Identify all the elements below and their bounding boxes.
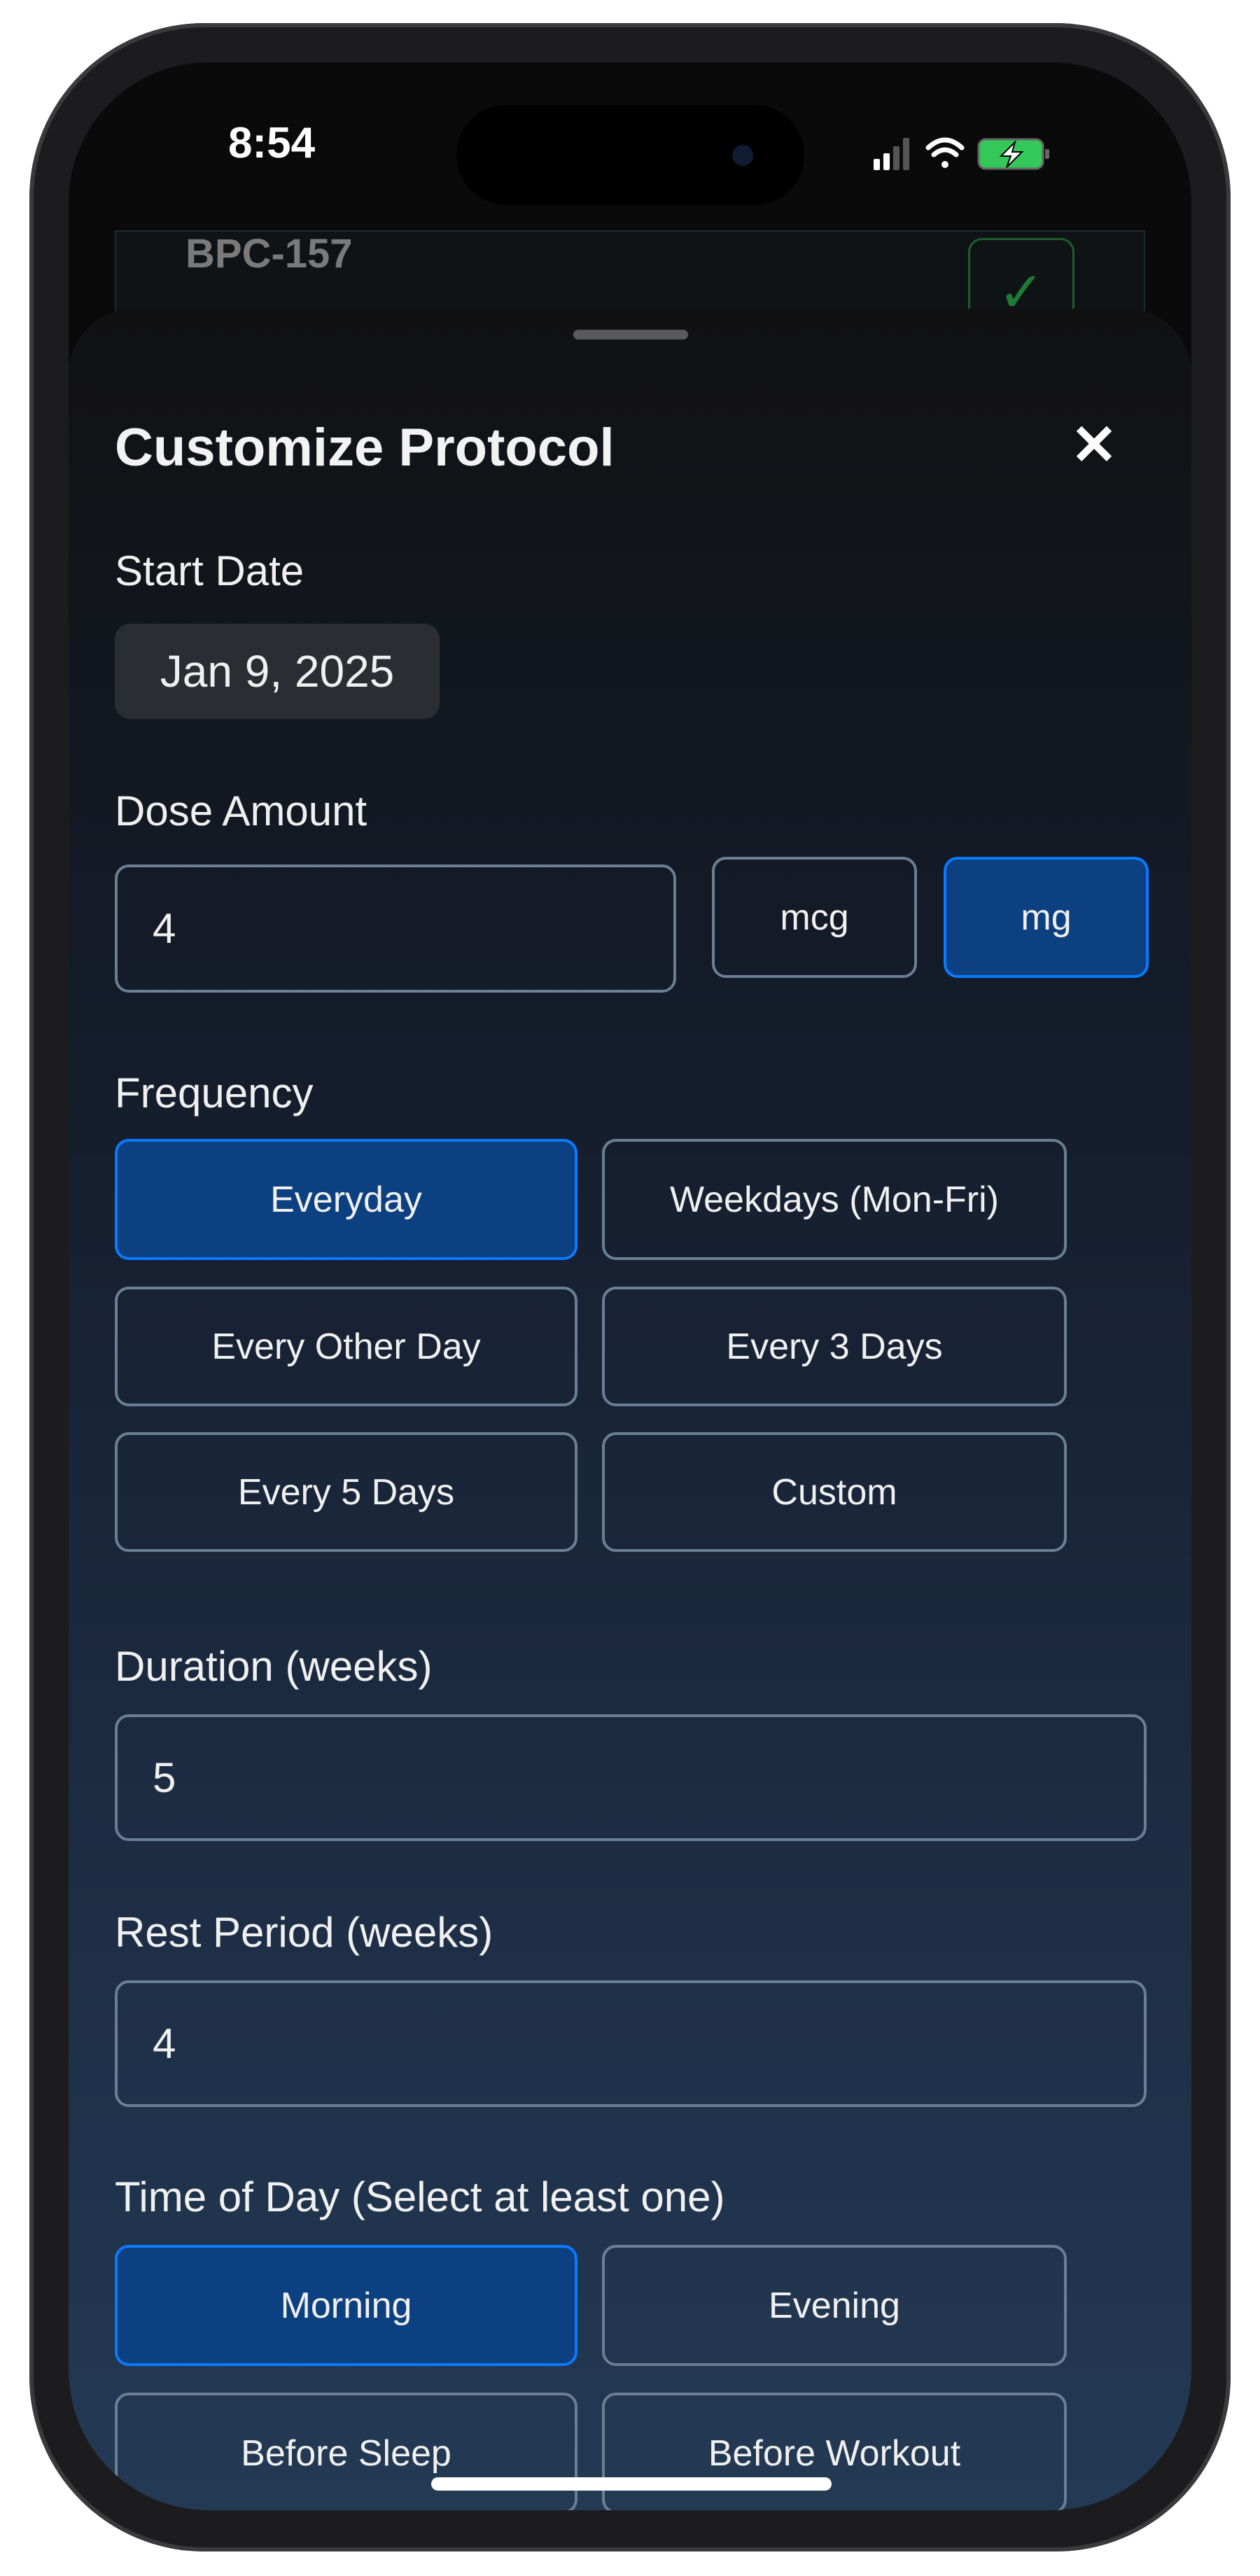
frequency-weekdays[interactable]: Weekdays (Mon-Fri) <box>602 1139 1067 1260</box>
camera-icon <box>732 145 753 166</box>
dose-amount-input[interactable]: 4 <box>115 864 676 993</box>
frequency-every-5-days[interactable]: Every 5 Days <box>115 1432 578 1552</box>
background-card-title: BPC-157 <box>186 231 353 276</box>
home-indicator[interactable] <box>431 2477 832 2491</box>
time-before-workout[interactable]: Before Workout <box>602 2393 1067 2510</box>
duration-label: Duration (weeks) <box>115 1643 433 1690</box>
frequency-every-3-days[interactable]: Every 3 Days <box>602 1287 1067 1406</box>
status-time: 8:54 <box>227 119 316 167</box>
sheet-title: Customize Protocol <box>115 418 615 477</box>
cellular-signal-icon <box>874 138 909 170</box>
frequency-custom[interactable]: Custom <box>602 1432 1067 1552</box>
screen: 8:54 BPC-157 ✓ Customize Protocol ✕ Star… <box>69 62 1191 2510</box>
frequency-every-other-day[interactable]: Every Other Day <box>115 1287 578 1406</box>
time-before-sleep[interactable]: Before Sleep <box>115 2393 578 2510</box>
unit-mg-button[interactable]: mg <box>944 857 1149 978</box>
time-evening[interactable]: Evening <box>602 2245 1067 2366</box>
time-of-day-label: Time of Day (Select at least one) <box>115 2174 725 2220</box>
time-morning[interactable]: Morning <box>115 2245 578 2366</box>
close-icon[interactable]: ✕ <box>1070 417 1119 473</box>
duration-input[interactable]: 5 <box>115 1714 1147 1841</box>
dose-amount-label: Dose Amount <box>115 788 368 834</box>
status-icons <box>874 137 1049 170</box>
wifi-icon <box>925 137 965 168</box>
rest-period-label: Rest Period (weeks) <box>115 1909 493 1956</box>
start-date-label: Start Date <box>115 547 304 594</box>
battery-charging-icon <box>977 138 1049 170</box>
start-date-picker[interactable]: Jan 9, 2025 <box>115 624 440 719</box>
customize-protocol-sheet: Customize Protocol ✕ Start Date Jan 9, 2… <box>69 309 1191 2510</box>
rest-period-input[interactable]: 4 <box>115 1980 1147 2107</box>
frequency-everyday[interactable]: Everyday <box>115 1139 578 1260</box>
frequency-label: Frequency <box>115 1070 314 1116</box>
unit-mcg-button[interactable]: mcg <box>712 857 917 978</box>
sheet-drag-handle[interactable] <box>573 330 688 340</box>
